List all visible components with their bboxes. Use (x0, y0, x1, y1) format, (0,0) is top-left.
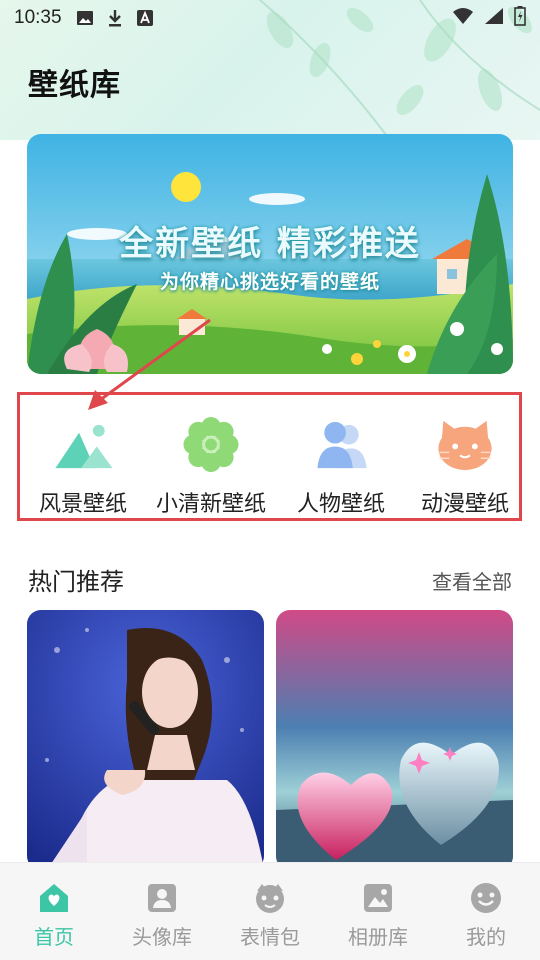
smile-icon (471, 883, 501, 913)
wallpaper-card[interactable] (27, 610, 264, 870)
nav-profile[interactable]: 我的 (432, 863, 540, 960)
cat-icon (438, 420, 492, 471)
category-anime[interactable]: 动漫壁纸 (402, 395, 528, 518)
mountain-icon (55, 424, 113, 469)
category-scenery[interactable]: 风景壁纸 (20, 395, 146, 518)
battery-icon (514, 5, 526, 31)
category-label: 风景壁纸 (38, 492, 127, 517)
nav-stickers[interactable]: 表情包 (216, 863, 324, 960)
avatar-icon (148, 884, 176, 912)
view-all-link[interactable]: 查看全部 (432, 566, 512, 595)
nav-label: 头像库 (132, 925, 192, 949)
people-icon (317, 421, 367, 469)
download-icon (106, 9, 124, 27)
emoji-face-icon (256, 884, 284, 913)
wallpaper-thumbnail-singer (27, 610, 264, 870)
category-label: 动漫壁纸 (420, 492, 509, 517)
category-fresh[interactable]: 小清新壁纸 (148, 395, 274, 518)
flower-icon (183, 416, 239, 473)
status-time: 10:35 (14, 7, 62, 28)
image-notification-icon (76, 9, 94, 27)
promo-banner[interactable]: 全新壁纸 精彩推送 为你精心挑选好看的壁纸 (27, 134, 513, 374)
font-notification-icon (136, 9, 154, 27)
nav-album-library[interactable]: 相册库 (324, 863, 432, 960)
section-title-hot: 热门推荐 (28, 568, 124, 596)
nav-home[interactable]: 首页 (0, 863, 108, 960)
page-title: 壁纸库 (28, 60, 121, 104)
signal-icon (484, 7, 504, 30)
nav-label: 首页 (34, 925, 74, 949)
category-label: 小清新壁纸 (155, 492, 266, 517)
wallpaper-thumbnail-hearts (276, 610, 513, 870)
status-bar: 10:35 (0, 0, 540, 36)
category-highlight-box: 风景壁纸 小清新壁纸 人物壁纸 动漫壁纸 (17, 392, 522, 521)
wifi-icon (452, 7, 474, 30)
album-icon (364, 884, 392, 912)
nav-label: 表情包 (240, 925, 300, 949)
nav-avatar-library[interactable]: 头像库 (108, 863, 216, 960)
wallpaper-card[interactable] (276, 610, 513, 870)
banner-subtitle: 为你精心挑选好看的壁纸 (159, 271, 380, 293)
nav-label: 我的 (466, 925, 506, 949)
home-icon (40, 884, 68, 912)
banner-title: 全新壁纸 精彩推送 (119, 224, 421, 264)
nav-label: 相册库 (348, 925, 408, 949)
bottom-navigation: 首页 头像库 表情包 相册库 我的 (0, 862, 540, 960)
category-label: 人物壁纸 (296, 492, 385, 517)
category-people[interactable]: 人物壁纸 (278, 395, 404, 518)
